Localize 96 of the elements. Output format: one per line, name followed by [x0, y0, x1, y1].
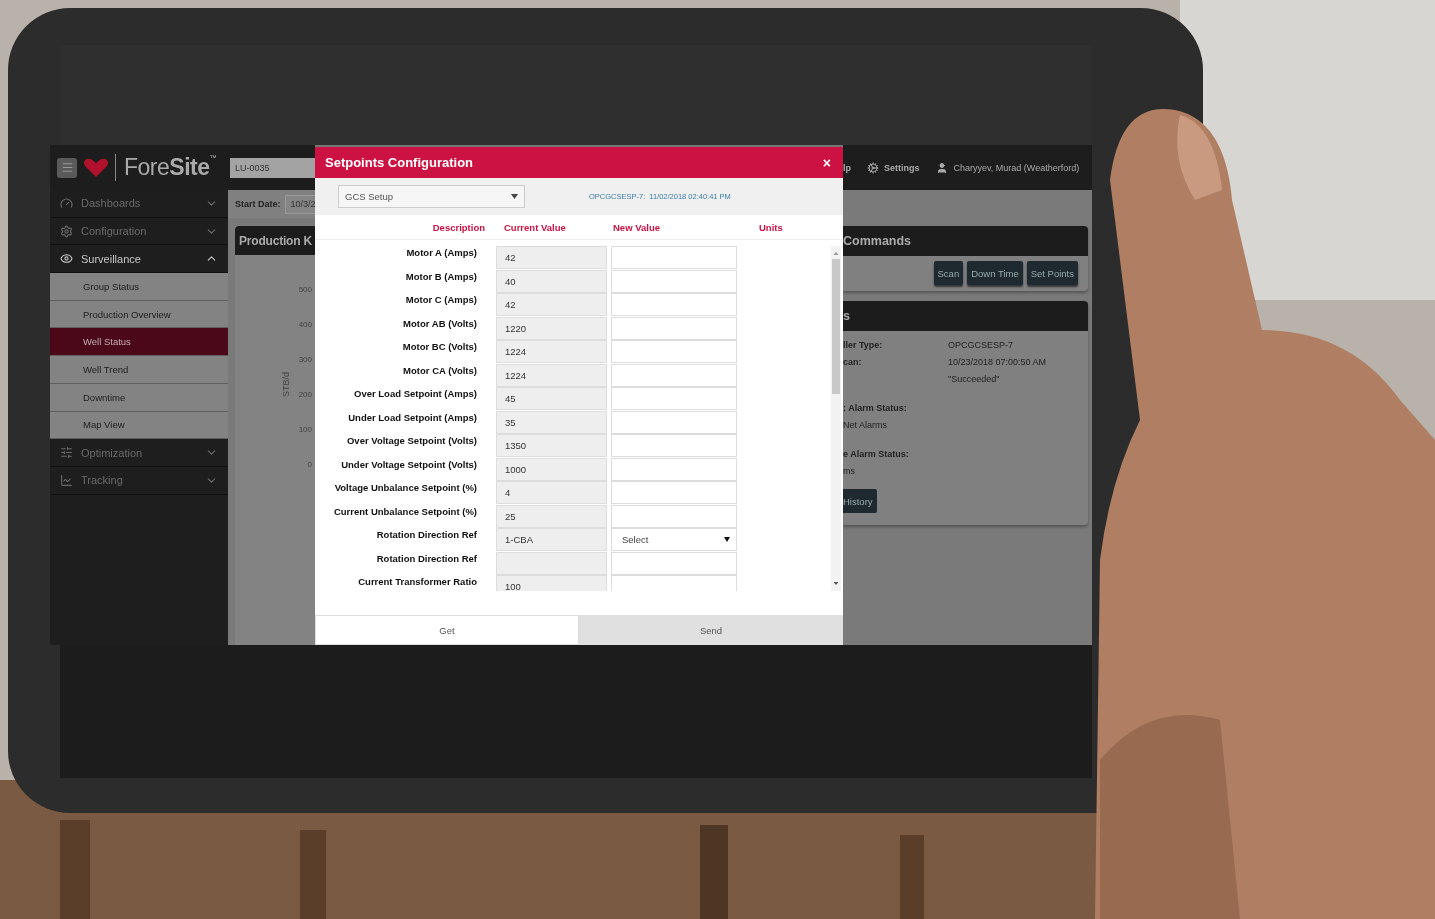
current-value-field: 1-CBA [496, 528, 607, 551]
current-value-field: 45 [496, 387, 607, 410]
new-value-field[interactable] [611, 269, 737, 293]
setpoint-label: Rotation Direction Ref [375, 528, 477, 542]
user-icon [935, 161, 948, 174]
dialog-title: Setpoints Configuration [325, 155, 474, 170]
menu-button[interactable] [57, 157, 77, 178]
setpoint-label: Motor C (Amps) [404, 293, 477, 307]
current-value-field: 42 [496, 246, 607, 269]
line-chart-icon [60, 473, 73, 487]
column-header: New Value [612, 221, 660, 233]
nav-subitem[interactable]: Well Trend [50, 356, 228, 384]
status-label: can: [843, 356, 863, 367]
column-header: Units [758, 221, 783, 233]
current-value-field: 1000 [496, 457, 607, 481]
status-value: Net Alarms [843, 418, 888, 432]
new-value-field[interactable] [611, 410, 737, 434]
heart-logo-icon [83, 157, 109, 178]
status-value: OPCGCSESP-7 [948, 339, 1015, 350]
setpoint-label: Current Unbalance Setpoint (%) [332, 504, 477, 519]
new-value-field[interactable] [611, 551, 737, 575]
new-value-field[interactable] [611, 293, 737, 316]
new-value-field[interactable] [611, 246, 737, 269]
column-header: Description [432, 221, 485, 233]
column-header: Current Value [503, 221, 566, 233]
history-button[interactable]: History [843, 489, 877, 513]
nav-item[interactable]: Surveillance [50, 245, 228, 274]
setpoint-label: Current Transformer Ratio [357, 575, 477, 589]
panel-title: Commands [843, 226, 1088, 256]
well-field[interactable]: LU-0035 [230, 157, 315, 178]
new-value-field[interactable] [611, 363, 737, 387]
new-value-field[interactable] [611, 457, 737, 481]
new-value-field[interactable] [611, 340, 737, 363]
nav-subitem[interactable]: Group Status [50, 273, 228, 301]
panel-title: s [843, 301, 1088, 331]
current-value-field: 35 [496, 410, 607, 434]
new-value-field[interactable] [611, 434, 737, 457]
settings-link[interactable]: Settings [884, 162, 920, 173]
nav-subitem[interactable]: Map View [50, 411, 228, 440]
setpoint-label: Over Load Setpoint (Amps) [353, 387, 477, 401]
status-value: 10/23/2018 07:00:50 AM [948, 356, 1048, 367]
setpoint-label: Motor B (Amps) [404, 269, 477, 284]
status-label: e Alarm Status: [843, 447, 910, 461]
new-value-select[interactable]: Select [611, 528, 737, 551]
setpoint-label: Under Voltage Setpoint (Volts) [340, 457, 477, 472]
current-value-field: 1224 [496, 340, 607, 363]
command-button[interactable]: Down Time [967, 261, 1023, 285]
date-field[interactable]: 10/3/2 [284, 194, 315, 214]
current-value-field: 42 [496, 293, 607, 316]
new-value-field[interactable] [611, 316, 737, 340]
gear-icon [60, 224, 73, 238]
status-label: ller Type: [843, 339, 884, 350]
user-name[interactable]: Charyyev, Murad (Weatherford) [953, 162, 1080, 173]
setpoint-label: Motor BC (Volts) [401, 340, 477, 354]
panel-title: Production K [235, 226, 315, 255]
status-value: "Succeeded" [948, 373, 1001, 384]
current-value-field: 1224 [496, 363, 607, 387]
command-button[interactable]: Set Points [1026, 261, 1078, 285]
current-value-field: 25 [496, 504, 607, 528]
nav-subitem[interactable]: Downtime [50, 383, 228, 412]
header-link[interactable]: lp [843, 162, 851, 173]
setpoint-label: Under Load Setpoint (Amps) [347, 410, 477, 425]
nav-subitem[interactable]: Production Overview [50, 300, 228, 329]
setpoint-label: Motor AB (Volts) [402, 316, 477, 331]
new-value-field[interactable] [611, 504, 737, 528]
new-value-field[interactable] [611, 387, 737, 410]
app-logo: ForeSite$^{™}$ [115, 154, 216, 181]
current-value-field: 100 [496, 575, 607, 591]
date-label: Start Date: [235, 199, 281, 209]
settings-icon [867, 161, 879, 174]
setpoint-label: Motor CA (Volts) [402, 363, 477, 378]
setpoint-label: Over Voltage Setpoint (Volts) [345, 434, 477, 448]
status-label: : Alarm Status: [843, 401, 908, 415]
menu-icon [60, 161, 74, 174]
current-value-field: 1350 [496, 434, 607, 457]
setpoint-label: Rotation Direction Ref [375, 551, 477, 566]
current-value-field: 40 [496, 269, 607, 293]
setpoint-label: Voltage Unbalance Setpoint (%) [333, 481, 477, 495]
status-value: ms [843, 464, 856, 478]
new-value-field[interactable] [611, 481, 737, 504]
dialog-button[interactable]: Send [579, 615, 843, 645]
close-button[interactable]: × [822, 154, 831, 171]
setpoint-label: Motor A (Amps) [405, 246, 477, 260]
sliders-icon [60, 446, 73, 460]
setup-select[interactable]: GCS Setup [338, 185, 525, 208]
current-value-field: 1220 [496, 316, 607, 340]
nav-subitem[interactable]: Well Status [50, 328, 228, 357]
current-value-field: 4 [496, 481, 607, 504]
gauge-icon [60, 196, 73, 210]
caret-icon [511, 194, 518, 199]
eye-icon [60, 252, 73, 266]
scrollbar[interactable] [831, 246, 841, 591]
caret-icon [724, 537, 730, 542]
command-button[interactable]: Scan [933, 261, 964, 285]
axis-title: STB/d [281, 372, 291, 398]
dialog-button[interactable]: Get [315, 615, 579, 645]
